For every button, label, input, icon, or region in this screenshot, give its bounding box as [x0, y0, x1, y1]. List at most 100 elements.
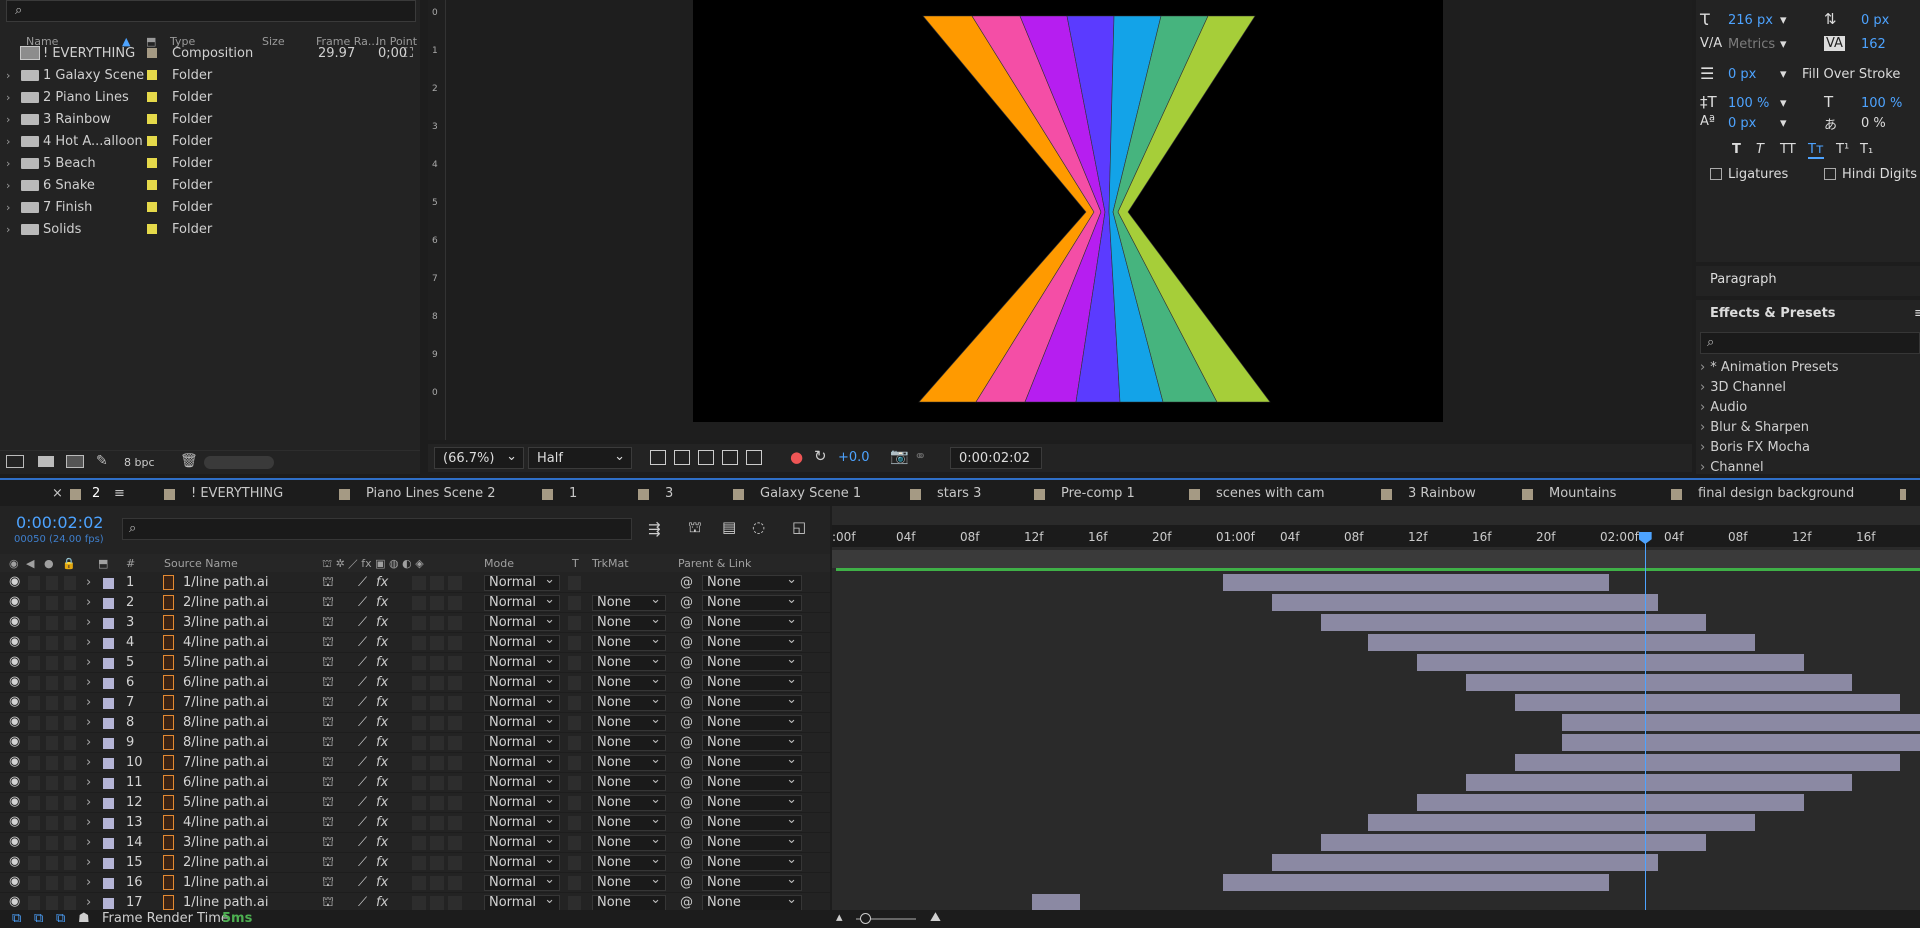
- parent-pickwhip-icon[interactable]: @: [680, 855, 693, 870]
- track-matte-dropdown[interactable]: None: [592, 813, 666, 831]
- eye-icon[interactable]: ◉: [9, 734, 21, 749]
- time-ruler[interactable]: :00f 04f 08f 12f 16f 20f 01:00f 04f 08f 12f 16f 20f…: [832, 525, 1920, 547]
- switch-cell[interactable]: [448, 896, 462, 910]
- track-matte-dropdown[interactable]: None: [592, 833, 666, 851]
- layer-duration-bar[interactable]: [1222, 574, 1609, 591]
- eye-icon[interactable]: ◉: [9, 774, 21, 789]
- chevron-right-icon[interactable]: ›: [86, 755, 91, 770]
- layer-label-swatch[interactable]: [103, 758, 114, 769]
- lock-cell[interactable]: [64, 896, 76, 910]
- column-mode[interactable]: Mode: [484, 557, 514, 570]
- label-color-swatch[interactable]: [147, 92, 157, 102]
- shy-switch-icon[interactable]: ⛫: [322, 715, 334, 732]
- layer-label-swatch[interactable]: [103, 898, 114, 909]
- lock-cell[interactable]: [64, 576, 76, 590]
- preserve-transparency-cell[interactable]: [568, 576, 581, 590]
- preserve-transparency-cell[interactable]: [568, 676, 581, 690]
- switch-cell[interactable]: [430, 576, 444, 590]
- all-caps-button[interactable]: TT: [1780, 142, 1796, 157]
- baseline-shift-value[interactable]: 0 px: [1728, 116, 1756, 131]
- layer-source-name[interactable]: 1/line path.ai: [183, 575, 269, 590]
- preserve-transparency-cell[interactable]: [568, 756, 581, 770]
- preserve-transparency-cell[interactable]: [568, 876, 581, 890]
- lock-cell[interactable]: [64, 756, 76, 770]
- preserve-transparency-cell[interactable]: [568, 716, 581, 730]
- composition-tab[interactable]: final design background: [1698, 486, 1854, 501]
- label-color-swatch[interactable]: [147, 48, 157, 58]
- layer-row[interactable]: ◉ › 6 6/line path.ai ⛫ ⟋ fx Normal None @ None: [0, 673, 830, 693]
- track-matte-dropdown[interactable]: None: [592, 653, 666, 671]
- audio-cell[interactable]: [28, 696, 40, 710]
- font-size-value[interactable]: 216 px: [1728, 13, 1773, 28]
- quality-switch-icon[interactable]: ⟋: [358, 695, 367, 710]
- region-of-interest-icon[interactable]: [722, 450, 738, 465]
- switch-cell[interactable]: [430, 856, 444, 870]
- layer-label-swatch[interactable]: [103, 698, 114, 709]
- switch-cell[interactable]: [448, 836, 462, 850]
- layer-source-name[interactable]: 4/line path.ai: [183, 815, 269, 830]
- layer-source-name[interactable]: 1/line path.ai: [183, 895, 269, 910]
- eye-icon[interactable]: ◉: [9, 614, 21, 629]
- solo-cell[interactable]: [46, 596, 58, 610]
- label-color-swatch[interactable]: [147, 202, 157, 212]
- quality-switch-icon[interactable]: ⟋: [358, 875, 367, 890]
- switch-cell[interactable]: [430, 876, 444, 890]
- exposure-value[interactable]: +0.0: [838, 450, 870, 465]
- project-item-row[interactable]: › 3 Rainbow Folder: [0, 108, 420, 130]
- track-matte-dropdown[interactable]: None: [592, 753, 666, 771]
- chevron-right-icon[interactable]: ›: [86, 575, 91, 590]
- snapshot-camera-icon[interactable]: 📷: [890, 447, 909, 465]
- shy-switch-icon[interactable]: ⛫: [322, 575, 334, 592]
- layer-source-name[interactable]: 7/line path.ai: [183, 755, 269, 770]
- stroke-width-value[interactable]: 0 px: [1728, 67, 1756, 82]
- layer-row[interactable]: ◉ › 11 6/line path.ai ⛫ ⟋ fx Normal None @ None: [0, 773, 830, 793]
- solo-cell[interactable]: [46, 896, 58, 910]
- preserve-transparency-cell[interactable]: [568, 796, 581, 810]
- frame-blending-icon[interactable]: ▤: [722, 518, 736, 536]
- chevron-right-icon[interactable]: ›: [86, 815, 91, 830]
- switch-cell[interactable]: [412, 796, 426, 810]
- layer-source-name[interactable]: 3/line path.ai: [183, 615, 269, 630]
- track-matte-dropdown[interactable]: None: [592, 613, 666, 631]
- switch-cell[interactable]: [412, 636, 426, 650]
- switch-cell[interactable]: [412, 736, 426, 750]
- quality-switch-icon[interactable]: ⟋: [358, 675, 367, 690]
- eye-icon[interactable]: ◉: [9, 814, 21, 829]
- shy-switch-icon[interactable]: ⛫: [322, 595, 334, 612]
- parent-pickwhip-icon[interactable]: @: [680, 635, 693, 650]
- layer-row[interactable]: ◉ › 3 3/line path.ai ⛫ ⟋ fx Normal None @ None: [0, 613, 830, 633]
- parent-dropdown[interactable]: None: [702, 753, 802, 771]
- preserve-transparency-cell[interactable]: [568, 816, 581, 830]
- parent-pickwhip-icon[interactable]: @: [680, 775, 693, 790]
- modes-toggle-icon[interactable]: ⧉: [34, 911, 43, 926]
- blend-mode-dropdown[interactable]: Normal: [484, 893, 560, 911]
- layer-duration-bar[interactable]: [1271, 854, 1658, 871]
- reset-exposure-icon[interactable]: ↻: [814, 447, 827, 465]
- preserve-transparency-cell[interactable]: [568, 656, 581, 670]
- solo-cell[interactable]: [46, 816, 58, 830]
- composition-canvas[interactable]: [693, 0, 1443, 422]
- tsume-value[interactable]: 0 %: [1861, 116, 1886, 131]
- layer-label-swatch[interactable]: [103, 618, 114, 629]
- blend-mode-dropdown[interactable]: Normal: [484, 573, 560, 591]
- layer-label-swatch[interactable]: [103, 678, 114, 689]
- switch-cell[interactable]: [430, 676, 444, 690]
- switch-cell[interactable]: [430, 896, 444, 910]
- audio-cell[interactable]: [28, 716, 40, 730]
- layer-source-name[interactable]: 3/line path.ai: [183, 835, 269, 850]
- quality-switch-icon[interactable]: ⟋: [358, 835, 367, 850]
- composition-tab[interactable]: scenes with cam: [1216, 486, 1325, 501]
- parent-dropdown[interactable]: None: [702, 873, 802, 891]
- solo-cell[interactable]: [46, 696, 58, 710]
- shy-switch-icon[interactable]: ⛫: [322, 655, 334, 672]
- composition-tab[interactable]: Galaxy Scene 1: [760, 486, 861, 501]
- effects-search-input[interactable]: ⌕: [1700, 332, 1920, 354]
- shy-switch-icon[interactable]: ⛫: [322, 775, 334, 792]
- layer-label-swatch[interactable]: [103, 718, 114, 729]
- track-matte-dropdown[interactable]: None: [592, 853, 666, 871]
- composition-tab[interactable]: stars 3: [937, 486, 981, 501]
- blend-mode-dropdown[interactable]: Normal: [484, 593, 560, 611]
- project-item-row[interactable]: › 2 Piano Lines Folder: [0, 86, 420, 108]
- switch-cell[interactable]: [430, 796, 444, 810]
- chevron-right-icon[interactable]: ›: [86, 775, 91, 790]
